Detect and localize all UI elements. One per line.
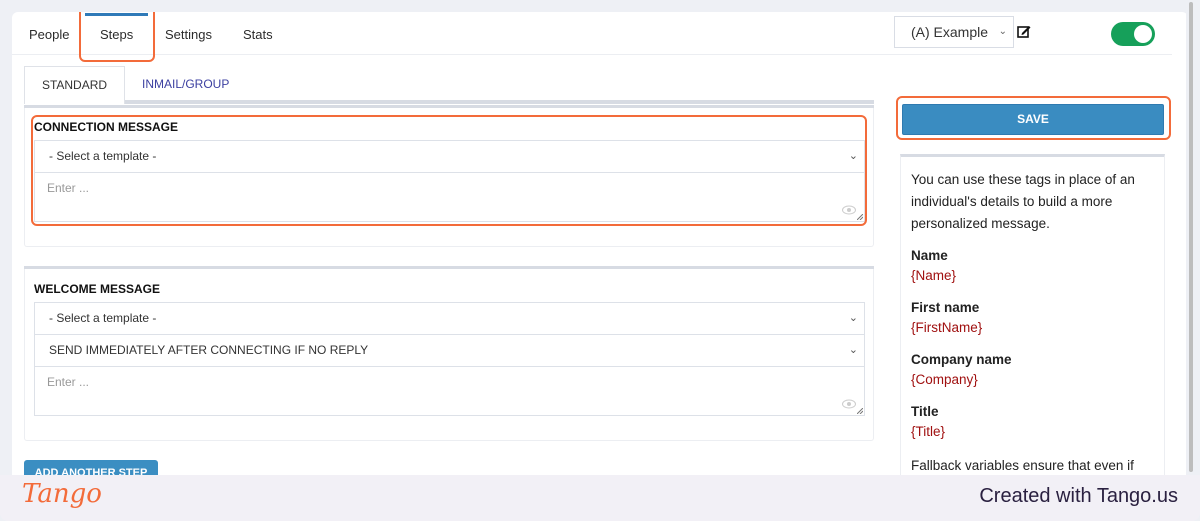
welcome-timing-select[interactable]: SEND IMMEDIATELY AFTER CONNECTING IF NO … [34, 334, 865, 367]
campaign-select[interactable]: (A) Example ⌄ [894, 16, 1014, 48]
connection-message-title: CONNECTION MESSAGE [34, 120, 179, 134]
subtab-standard[interactable]: STANDARD [24, 66, 125, 104]
tango-logo: Tango [22, 479, 102, 509]
tab-stats[interactable]: Stats [243, 12, 273, 55]
welcome-template-select[interactable]: - Select a template - ⌄ [34, 302, 865, 335]
tag-label: Name [911, 248, 948, 263]
page-scrollbar[interactable] [1186, 0, 1200, 521]
card-divider [24, 105, 874, 108]
toggle-knob [1134, 25, 1152, 43]
edit-icon[interactable] [1017, 24, 1031, 38]
connection-message-input[interactable]: Enter ... [34, 172, 865, 222]
select-value: SEND IMMEDIATELY AFTER CONNECTING IF NO … [49, 343, 369, 357]
welcome-message-title: WELCOME MESSAGE [34, 282, 161, 296]
resize-handle-icon[interactable] [857, 408, 863, 414]
select-value: - Select a template - [49, 149, 157, 163]
tag-value: {FirstName} [911, 320, 983, 335]
tag-label: First name [911, 300, 980, 315]
tab-settings[interactable]: Settings [165, 12, 212, 55]
chevron-down-icon: ⌄ [848, 344, 858, 356]
connection-template-select[interactable]: - Select a template - ⌄ [34, 140, 865, 173]
placeholder: Enter ... [47, 181, 90, 195]
tag-value: {Company} [911, 372, 978, 387]
campaign-select-value: (A) Example [911, 24, 989, 40]
eye-icon[interactable] [842, 205, 856, 215]
subtab-inmail-group[interactable]: INMAIL/GROUP [142, 66, 229, 104]
sub-tabs: STANDARD INMAIL/GROUP [24, 66, 874, 104]
app-frame: People Steps Settings Stats (A) Example … [12, 12, 1188, 521]
connection-message-card: CONNECTION MESSAGE - Select a template -… [24, 108, 874, 247]
tag-label: Title [911, 404, 939, 419]
tag-value: {Name} [911, 268, 957, 283]
tag-value: {Title} [911, 424, 946, 439]
scrollbar-thumb[interactable] [1189, 2, 1193, 472]
chevron-down-icon: ⌄ [848, 312, 858, 324]
tab-people[interactable]: People [29, 12, 69, 55]
eye-icon[interactable] [842, 399, 856, 409]
tango-footer: Tango Created with Tango.us [0, 475, 1200, 521]
help-intro: You can use these tags in place of an in… [911, 172, 1135, 231]
welcome-message-input[interactable]: Enter ... [34, 366, 865, 416]
resize-handle-icon[interactable] [857, 214, 863, 220]
placeholder: Enter ... [47, 375, 90, 389]
tag-label: Company name [911, 352, 1012, 367]
tags-help-panel: You can use these tags in place of an in… [900, 154, 1165, 494]
save-button[interactable]: SAVE [902, 104, 1164, 135]
created-with-text: Created with Tango.us [979, 485, 1178, 507]
select-value: - Select a template - [49, 311, 157, 325]
fallback-text: Fallback variables ensure that even if [911, 458, 1134, 473]
chevron-down-icon: ⌄ [998, 26, 1007, 37]
tab-steps[interactable]: Steps [84, 12, 149, 55]
campaign-toggle[interactable] [1111, 22, 1155, 46]
chevron-down-icon: ⌄ [848, 150, 858, 162]
welcome-message-card: WELCOME MESSAGE - Select a template - ⌄ … [24, 269, 874, 441]
